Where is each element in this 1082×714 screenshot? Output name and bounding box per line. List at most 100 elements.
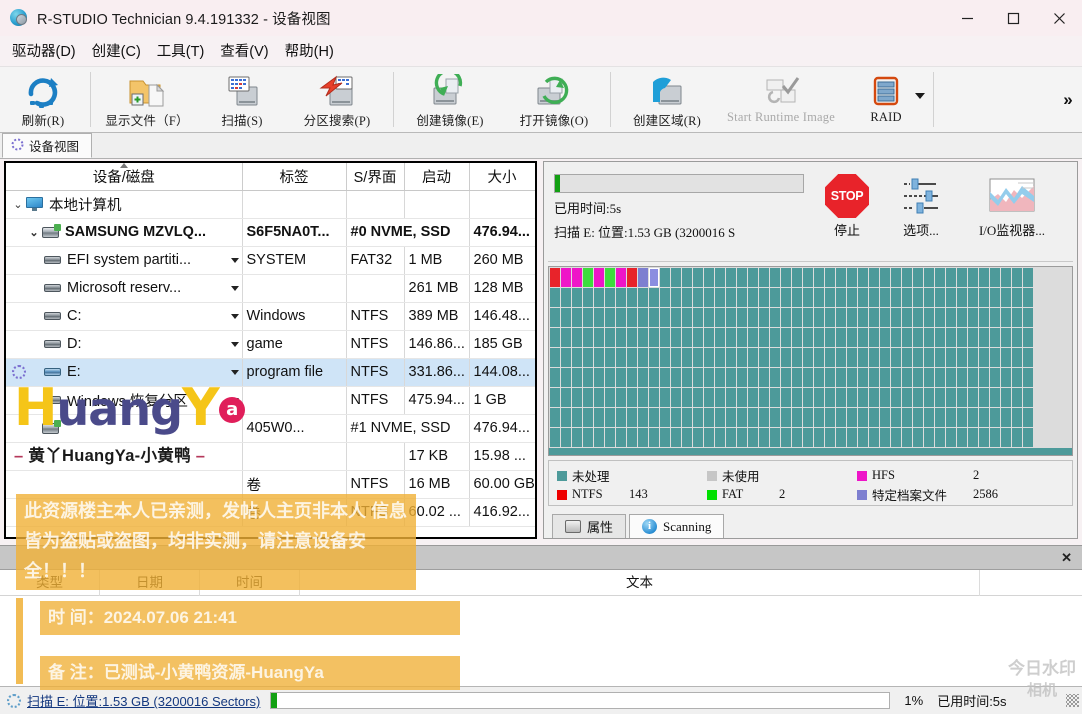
legend-label: 特定档案文件: [872, 489, 948, 503]
scan-map-cell: [671, 348, 681, 367]
device-boot-cell: [404, 190, 470, 219]
raid-dropdown-arrow[interactable]: [915, 93, 925, 99]
minimize-button[interactable]: [944, 0, 990, 36]
column-header-size[interactable]: 大小: [469, 163, 535, 191]
device-name-cell[interactable]: C:: [6, 302, 243, 331]
device-name-cell[interactable]: Microsoft reserv...: [6, 274, 243, 303]
expand-twisty[interactable]: ⌄: [10, 198, 26, 211]
toolbar-overflow-button[interactable]: »: [1054, 67, 1082, 132]
device-name-cell[interactable]: [6, 442, 243, 471]
toolbar-show-files-button[interactable]: 显示文件（F）: [95, 67, 199, 132]
scan-map-cell: [605, 368, 615, 387]
device-name-cell[interactable]: [6, 470, 243, 499]
legend-item-ntfs: NTFS 143: [557, 487, 707, 502]
scan-map-cell: [990, 328, 1000, 347]
toolbar-start-runtime-image-button[interactable]: Start Runtime Image: [719, 67, 843, 132]
scan-map-cell: [792, 408, 802, 427]
device-name-cell[interactable]: EFI system partiti...: [6, 246, 243, 275]
toolbar-partition-search-button[interactable]: 分区搜索(P): [285, 67, 389, 132]
table-row[interactable]: 17 KB 15.98 ...: [6, 442, 535, 471]
toolbar-open-image-button[interactable]: 打开镜像(O): [502, 67, 606, 132]
status-spinner-icon: [7, 693, 21, 708]
chevron-down-icon[interactable]: [230, 314, 239, 319]
scan-map-cell: [605, 428, 615, 447]
device-name-cell[interactable]: E:: [6, 358, 243, 387]
scan-map-cell: [979, 288, 989, 307]
device-name-cell[interactable]: D:: [6, 330, 243, 359]
toolbar-create-region-button[interactable]: 创建区域(R): [615, 67, 719, 132]
scan-map-cell: [671, 268, 681, 287]
chevron-down-icon[interactable]: [230, 258, 239, 263]
status-scan-link[interactable]: 扫描 E: 位置:1.53 GB (3200016 Sectors): [27, 691, 260, 710]
menu-item-drive[interactable]: 驱动器(D): [4, 37, 84, 64]
scan-map[interactable]: [548, 266, 1073, 456]
toolbar-scan-label: 扫描(S): [221, 114, 263, 128]
log-column-type[interactable]: 类型: [0, 569, 100, 596]
scan-map-cell: [880, 368, 890, 387]
tab-device-view[interactable]: 设备视图: [2, 133, 93, 158]
device-name-cell[interactable]: [6, 414, 243, 443]
scan-map-cell: [649, 368, 659, 387]
scan-map-cell: [902, 348, 912, 367]
menu-item-help[interactable]: 帮助(H): [277, 37, 342, 64]
expand-twisty[interactable]: ⌄: [26, 226, 42, 239]
scan-map-cell: [605, 388, 615, 407]
device-tree-panel[interactable]: 设备/磁盘 标签 S/界面 启动 大小 ⌄ 本地计算机 ⌄ SAMSUNG MZ…: [4, 161, 537, 539]
log-column-text[interactable]: 文本: [300, 569, 980, 596]
close-button[interactable]: [1036, 0, 1082, 36]
scan-map-cell: [792, 308, 802, 327]
table-row[interactable]: 卷 NTFS 60.02 ... 416.92...: [6, 498, 535, 527]
log-panel-header: ✕: [0, 546, 1082, 570]
scan-io-monitor-button[interactable]: I/O监视器...: [958, 166, 1066, 239]
tab-properties[interactable]: 属性: [552, 514, 627, 538]
chevron-down-icon[interactable]: [230, 286, 239, 291]
toolbar-raid-button[interactable]: RAID: [843, 67, 929, 132]
device-name-cell[interactable]: ⌄ 本地计算机: [6, 190, 243, 219]
table-row[interactable]: Microsoft reserv... 261 MB 128 MB: [6, 274, 535, 303]
table-row[interactable]: D: game NTFS 146.86... 185 GB: [6, 330, 535, 359]
table-row[interactable]: 405W0... #1 NVME, SSD 476.94...: [6, 414, 535, 443]
device-label-cell: SYSTEM: [242, 246, 347, 275]
tab-scanning[interactable]: i Scanning: [629, 514, 725, 538]
table-row[interactable]: EFI system partiti... SYSTEM FAT32 1 MB …: [6, 246, 535, 275]
device-name-cell[interactable]: [6, 498, 243, 527]
column-header-label[interactable]: 标签: [242, 163, 347, 191]
menu-item-view[interactable]: 查看(V): [212, 37, 276, 64]
log-column-time[interactable]: 时间: [200, 569, 300, 596]
chevron-down-icon[interactable]: [230, 398, 239, 403]
maximize-button[interactable]: [990, 0, 1036, 36]
scan-map-cell: [748, 408, 758, 427]
table-row[interactable]: ⌄ SAMSUNG MZVLQ... S6F5NA0T... #0 NVME, …: [6, 218, 535, 247]
close-icon[interactable]: ✕: [1057, 550, 1076, 566]
scan-options-button[interactable]: 选项...: [884, 166, 958, 239]
menu-item-tools[interactable]: 工具(T): [149, 37, 213, 64]
scan-stop-button[interactable]: STOP 停止: [810, 166, 884, 239]
column-header-device-disk[interactable]: 设备/磁盘: [6, 163, 243, 191]
toolbar-refresh-button[interactable]: 刷新(R): [0, 67, 86, 132]
device-name-cell[interactable]: Windows 恢复分区: [6, 386, 243, 415]
column-header-boot[interactable]: 启动: [404, 163, 470, 191]
resize-grip[interactable]: [1066, 694, 1079, 707]
chevron-down-icon[interactable]: [230, 370, 239, 375]
scan-map-cell: [1023, 348, 1033, 367]
table-row[interactable]: E: program file NTFS 331.86... 144.08...: [6, 358, 535, 387]
scan-map-cell: [583, 408, 593, 427]
scan-map-cell: [594, 428, 604, 447]
log-column-date[interactable]: 日期: [100, 569, 200, 596]
table-row[interactable]: ⌄ 本地计算机: [6, 190, 535, 219]
column-header-fs[interactable]: S/界面: [346, 163, 405, 191]
scan-map-cell: [803, 268, 813, 287]
scan-map-cell: [781, 268, 791, 287]
chevron-down-icon[interactable]: [230, 342, 239, 347]
log-body[interactable]: [0, 596, 1082, 684]
table-row[interactable]: Windows 恢复分区 NTFS 475.94... 1 GB: [6, 386, 535, 415]
scan-map-cell: [572, 348, 582, 367]
scan-map-cell: [660, 268, 670, 287]
table-row[interactable]: 卷 NTFS 16 MB 60.00 GB: [6, 470, 535, 499]
table-row[interactable]: C: Windows NTFS 389 MB 146.48...: [6, 302, 535, 331]
toolbar-scan-button[interactable]: 扫描(S): [199, 67, 285, 132]
device-name-cell[interactable]: ⌄ SAMSUNG MZVLQ...: [6, 218, 243, 247]
menu-item-create[interactable]: 创建(C): [84, 37, 149, 64]
toolbar-create-image-button[interactable]: 创建镜像(E): [398, 67, 502, 132]
device-fs-cell: NTFS: [346, 470, 405, 499]
